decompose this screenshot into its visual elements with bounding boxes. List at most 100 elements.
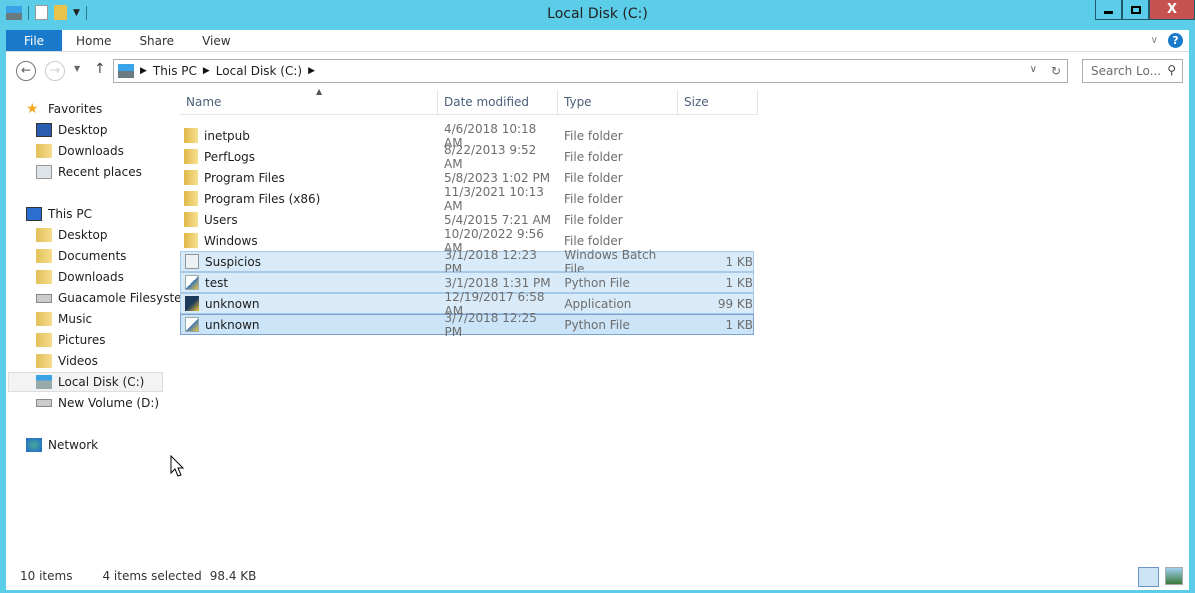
maximize-icon [1130, 5, 1141, 14]
search-icon[interactable]: ⚲ [1167, 63, 1176, 77]
network-icon [26, 438, 42, 452]
column-type[interactable]: Type [558, 90, 678, 115]
breadcrumb-arrow-icon[interactable]: ▶ [203, 66, 210, 76]
nav-local-disk-c[interactable]: Local Disk (C:) [8, 372, 163, 392]
nav-label: Pictures [58, 333, 106, 347]
nav-pictures[interactable]: Pictures [36, 330, 106, 350]
batch-file-icon [185, 254, 199, 269]
file-type: File folder [564, 170, 623, 185]
breadcrumb-arrow-icon[interactable]: ▶ [308, 66, 315, 76]
forward-button[interactable]: → [45, 61, 65, 81]
file-name: Suspicios [205, 254, 261, 269]
nav-label: Recent places [58, 165, 142, 179]
python-file-icon [185, 275, 199, 290]
pictures-icon [36, 333, 52, 347]
nav-desktop[interactable]: Desktop [36, 225, 108, 245]
breadcrumb-this-pc[interactable]: This PC [153, 64, 197, 78]
folder-icon [184, 128, 198, 143]
nav-label: Documents [58, 249, 127, 263]
nav-videos[interactable]: Videos [36, 351, 98, 371]
file-size: 1 KB [725, 317, 753, 332]
nav-label: Videos [58, 354, 98, 368]
file-type: File folder [564, 128, 623, 143]
search-input[interactable]: Search Lo... ⚲ [1082, 59, 1183, 83]
nav-favorites[interactable]: ★ Favorites [26, 99, 102, 119]
search-placeholder: Search Lo... [1091, 64, 1162, 78]
file-size: 99 KB [717, 296, 753, 311]
expand-ribbon-icon[interactable]: ∨ [1151, 35, 1158, 46]
nav-favorites-downloads[interactable]: Downloads [36, 141, 124, 161]
status-bar: 10 items 4 items selected 98.4 KB [6, 562, 1189, 590]
large-icons-view-button[interactable] [1165, 567, 1183, 585]
nav-label: Desktop [58, 123, 108, 137]
title-bar: ▼ Local Disk (C:) X [0, 0, 1195, 30]
up-button[interactable]: ↑ [94, 61, 106, 77]
nav-guacamole[interactable]: Guacamole Filesyste [36, 288, 182, 308]
details-view-button[interactable] [1138, 567, 1159, 587]
file-row[interactable]: Suspicios 3/1/2018 12:23 PM Windows Batch … [180, 248, 754, 276]
nav-downloads[interactable]: Downloads [36, 267, 124, 287]
nav-recent-places[interactable]: Recent places [36, 162, 142, 182]
selected-size: 98.4 KB [209, 569, 257, 583]
address-bar[interactable]: ▶ This PC ▶ Local Disk (C:) ▶ ∨ ↻ [113, 59, 1068, 83]
star-icon: ★ [26, 101, 39, 117]
column-headers: ▲ Name Date modified Type Size [180, 87, 758, 115]
drive-icon [36, 399, 52, 407]
breadcrumb-arrow-icon[interactable]: ▶ [140, 66, 147, 76]
python-file-icon [185, 317, 199, 332]
nav-music[interactable]: Music [36, 309, 92, 329]
help-icon[interactable]: ? [1168, 33, 1183, 48]
explorer-window: File Home Share View ∨ ? ← → ▼ ↑ ▶ This … [6, 30, 1189, 590]
nav-documents[interactable]: Documents [36, 246, 126, 266]
file-row[interactable]: Program Files (x86) 11/3/2021 10:13 AM Fil… [180, 185, 754, 213]
nav-network[interactable]: Network [26, 435, 98, 455]
refresh-icon[interactable]: ↻ [1051, 64, 1061, 78]
close-button[interactable]: X [1149, 0, 1195, 20]
file-row[interactable]: unknown 3/7/2018 12:25 PM Python File 1 KB [180, 311, 754, 339]
nav-new-volume-d[interactable]: New Volume (D:) [36, 393, 159, 413]
file-type: Application [564, 296, 632, 311]
tab-view[interactable]: View [188, 30, 244, 51]
nav-label: Downloads [58, 270, 124, 284]
tab-home[interactable]: Home [62, 30, 125, 51]
file-name: unknown [205, 296, 260, 311]
breadcrumb-local-disk[interactable]: Local Disk (C:) [216, 64, 302, 78]
file-name: Users [204, 212, 238, 227]
file-date: 5/4/2015 7:21 AM [444, 212, 552, 227]
column-date-modified[interactable]: Date modified [438, 90, 558, 115]
file-size: 1 KB [725, 254, 753, 269]
recent-places-icon [36, 165, 52, 179]
file-size: 1 KB [725, 275, 753, 290]
file-date: 3/7/2018 12:25 PM [444, 310, 537, 339]
file-name: PerfLogs [204, 149, 256, 164]
file-type: Python File [564, 275, 630, 290]
maximize-button[interactable] [1122, 0, 1149, 20]
folder-icon [184, 233, 198, 248]
column-name[interactable]: Name [180, 90, 438, 115]
file-type: File folder [564, 212, 623, 227]
computer-icon [26, 207, 42, 221]
local-disk-icon [36, 375, 52, 389]
nav-label: Guacamole Filesyste [58, 291, 182, 305]
tab-share[interactable]: Share [125, 30, 188, 51]
folder-icon [184, 170, 198, 185]
file-name: Windows [204, 233, 258, 248]
desktop-icon [36, 123, 52, 137]
mouse-cursor-icon [170, 455, 185, 477]
minimize-button[interactable] [1095, 0, 1122, 20]
tab-file[interactable]: File [6, 30, 62, 51]
selected-count: 4 items selected [102, 569, 202, 583]
item-count: 10 items [20, 569, 73, 583]
recent-locations-dropdown[interactable]: ▼ [74, 64, 80, 73]
address-dropdown-icon[interactable]: ∨ [1030, 64, 1037, 78]
nav-label: Downloads [58, 144, 124, 158]
back-button[interactable]: ← [16, 61, 36, 81]
folder-icon [184, 212, 198, 227]
file-row[interactable]: PerfLogs 8/22/2013 9:52 AM File folder [180, 143, 754, 171]
file-type: File folder [564, 191, 623, 206]
file-name: unknown [205, 317, 260, 332]
nav-this-pc[interactable]: This PC [26, 204, 92, 224]
column-size[interactable]: Size [678, 90, 758, 115]
nav-favorites-desktop[interactable]: Desktop [36, 120, 108, 140]
application-icon [185, 296, 199, 311]
